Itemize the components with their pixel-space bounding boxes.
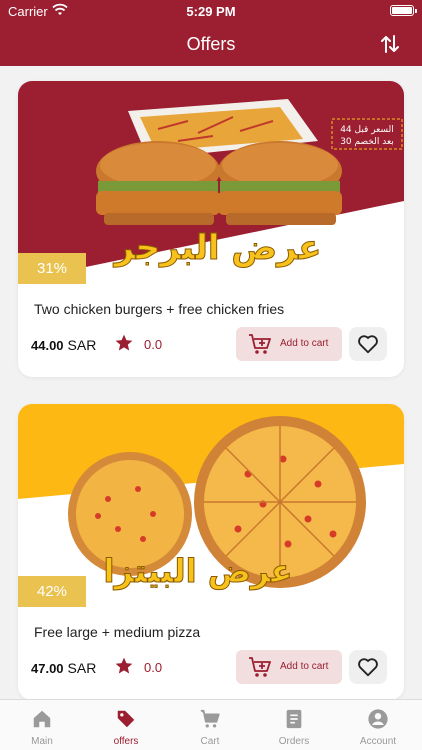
favorite-button[interactable] (349, 327, 387, 361)
tab-label: offers (113, 736, 139, 747)
offer-title: Free large + medium pizza (34, 624, 201, 640)
price-currency: SAR (67, 660, 97, 676)
discount-badge: 31% (18, 253, 86, 284)
tab-offers[interactable]: offers (84, 700, 168, 750)
star-icon (115, 334, 133, 351)
discount-badge: 42% (18, 576, 86, 607)
sort-icon[interactable] (378, 32, 402, 56)
tab-label: Account (359, 736, 397, 747)
offer-price: 47.00 SAR (31, 660, 96, 676)
offer-card[interactable]: عرض البرجر السعر قبل 44 بعد الخصم 30 31%… (18, 81, 404, 377)
add-to-cart-label: Add to cart (280, 338, 329, 349)
battery-icon (390, 5, 417, 16)
price-currency: SAR (67, 337, 97, 353)
heart-icon (358, 658, 378, 677)
tab-orders[interactable]: Orders (252, 700, 336, 750)
offer-price: 44.00 SAR (31, 337, 96, 353)
star-icon (115, 657, 133, 674)
tab-label: Cart (200, 736, 220, 747)
cart-icon (200, 709, 220, 728)
banner-text: عرض البيتزا (104, 552, 293, 590)
tab-main[interactable]: Main (0, 700, 84, 750)
price-value: 47.00 (31, 661, 64, 676)
orders-icon (286, 709, 302, 729)
price-value: 44.00 (31, 338, 64, 353)
tab-label: Orders (278, 736, 310, 747)
page-title: Offers (186, 34, 236, 54)
offer-banner-image: عرض البيتزا 42% (18, 404, 404, 607)
heart-icon (358, 335, 378, 354)
rating-value: 0.0 (144, 660, 163, 675)
tag-icon (117, 710, 135, 728)
favorite-button[interactable] (349, 650, 387, 684)
add-to-cart-label: Add to cart (280, 661, 329, 672)
tab-bar: Main offers Cart Orders Account (0, 699, 422, 750)
banner-price-note: السعر قبل 44 (340, 125, 394, 135)
banner-text: عرض البرجر (112, 228, 321, 268)
account-icon (368, 709, 388, 729)
banner-price-note: بعد الخصم 30 (340, 137, 394, 147)
home-icon (33, 710, 51, 728)
cart-add-icon (249, 657, 271, 677)
add-to-cart-button[interactable]: Add to cart (236, 650, 342, 684)
offer-title: Two chicken burgers + free chicken fries (34, 301, 285, 317)
tab-label: Main (31, 736, 53, 747)
add-to-cart-button[interactable]: Add to cart (236, 327, 342, 361)
offer-card[interactable]: عرض البيتزا 42% Free large + medium pizz… (18, 404, 404, 700)
tab-cart[interactable]: Cart (168, 700, 252, 750)
status-bar: Carrier 5:29 PM (0, 0, 422, 22)
offer-banner-image: عرض البرجر السعر قبل 44 بعد الخصم 30 31% (18, 81, 404, 284)
tab-account[interactable]: Account (336, 700, 420, 750)
status-time: 5:29 PM (186, 4, 236, 19)
cart-add-icon (249, 334, 271, 354)
nav-bar: Offers (0, 22, 422, 66)
rating-value: 0.0 (144, 337, 163, 352)
